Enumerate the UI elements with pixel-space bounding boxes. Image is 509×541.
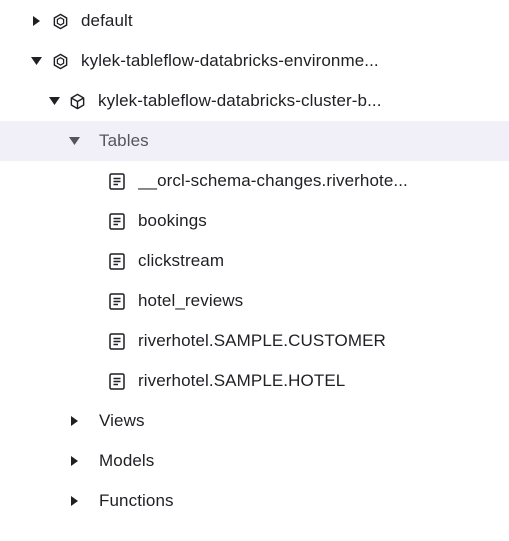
table-icon	[108, 332, 126, 350]
table-item-label: riverhotel.SAMPLE.HOTEL	[138, 371, 346, 390]
tree-item-label: Functions	[99, 491, 174, 510]
cube-icon	[68, 92, 86, 110]
table-item-label: __orcl-schema-changes.riverhote...	[138, 171, 408, 190]
tree-item-cluster[interactable]: kylek-tableflow-databricks-cluster-b...	[0, 81, 509, 121]
table-icon	[108, 372, 126, 390]
caret-right-icon[interactable]	[66, 453, 82, 469]
caret-right-icon[interactable]	[66, 493, 82, 509]
table-icon	[108, 212, 126, 230]
tree-item-label: Tables	[99, 131, 149, 150]
database-icon	[51, 52, 69, 70]
table-item-label: bookings	[138, 211, 207, 230]
object-tree: default kylek-tableflow-databricks-envir…	[0, 0, 509, 541]
table-item-label: hotel_reviews	[138, 291, 244, 310]
tree-item-label: Views	[99, 411, 145, 430]
tree-item-views[interactable]: Views	[0, 401, 509, 441]
database-icon	[51, 12, 69, 30]
tree-item-tables[interactable]: Tables	[0, 121, 509, 161]
tree-item-functions[interactable]: Functions	[0, 481, 509, 521]
caret-right-icon[interactable]	[66, 413, 82, 429]
table-icon	[108, 252, 126, 270]
caret-down-icon[interactable]	[46, 93, 62, 109]
tree-item-label: kylek-tableflow-databricks-environme...	[81, 51, 379, 70]
table-item[interactable]: riverhotel.SAMPLE.HOTEL	[0, 361, 509, 401]
tree-item-label: default	[81, 11, 133, 30]
table-item[interactable]: clickstream	[0, 241, 509, 281]
tree-item-default[interactable]: default	[0, 1, 509, 41]
tree-item-label: Models	[99, 451, 155, 470]
tree-item-environment[interactable]: kylek-tableflow-databricks-environme...	[0, 41, 509, 81]
table-item[interactable]: hotel_reviews	[0, 281, 509, 321]
caret-down-icon[interactable]	[28, 53, 44, 69]
table-item[interactable]: riverhotel.SAMPLE.CUSTOMER	[0, 321, 509, 361]
caret-down-icon[interactable]	[66, 133, 82, 149]
caret-right-icon[interactable]	[28, 13, 44, 29]
table-item[interactable]: bookings	[0, 201, 509, 241]
tree-item-models[interactable]: Models	[0, 441, 509, 481]
table-item-label: riverhotel.SAMPLE.CUSTOMER	[138, 331, 386, 350]
table-item[interactable]: __orcl-schema-changes.riverhote...	[0, 161, 509, 201]
table-item-label: clickstream	[138, 251, 225, 270]
table-icon	[108, 292, 126, 310]
tree-item-label: kylek-tableflow-databricks-cluster-b...	[98, 91, 382, 110]
table-icon	[108, 172, 126, 190]
